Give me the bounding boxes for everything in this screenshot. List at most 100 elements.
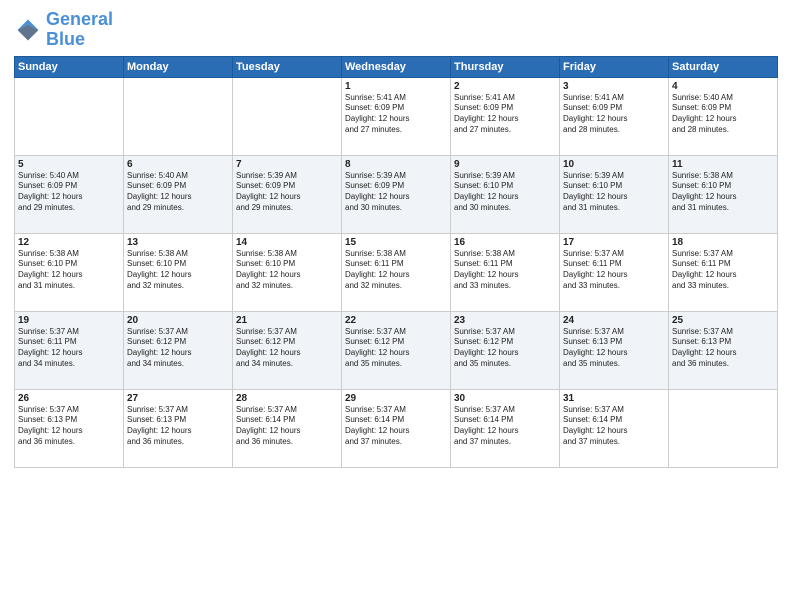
day-info: Sunrise: 5:37 AM Sunset: 6:14 PM Dayligh… xyxy=(345,405,447,448)
page: General Blue SundayMondayTuesdayWednesda… xyxy=(0,0,792,612)
day-cell: 23Sunrise: 5:37 AM Sunset: 6:12 PM Dayli… xyxy=(451,311,560,389)
day-cell: 6Sunrise: 5:40 AM Sunset: 6:09 PM Daylig… xyxy=(124,155,233,233)
day-cell: 5Sunrise: 5:40 AM Sunset: 6:09 PM Daylig… xyxy=(15,155,124,233)
day-cell: 20Sunrise: 5:37 AM Sunset: 6:12 PM Dayli… xyxy=(124,311,233,389)
day-cell: 22Sunrise: 5:37 AM Sunset: 6:12 PM Dayli… xyxy=(342,311,451,389)
day-info: Sunrise: 5:37 AM Sunset: 6:14 PM Dayligh… xyxy=(454,405,556,448)
day-cell: 4Sunrise: 5:40 AM Sunset: 6:09 PM Daylig… xyxy=(669,77,778,155)
day-cell: 9Sunrise: 5:39 AM Sunset: 6:10 PM Daylig… xyxy=(451,155,560,233)
day-number: 28 xyxy=(236,393,338,404)
day-cell: 31Sunrise: 5:37 AM Sunset: 6:14 PM Dayli… xyxy=(560,389,669,467)
day-number: 16 xyxy=(454,237,556,248)
day-cell xyxy=(233,77,342,155)
day-info: Sunrise: 5:39 AM Sunset: 6:09 PM Dayligh… xyxy=(345,171,447,214)
header-row: SundayMondayTuesdayWednesdayThursdayFrid… xyxy=(15,56,778,77)
col-header-sunday: Sunday xyxy=(15,56,124,77)
day-info: Sunrise: 5:41 AM Sunset: 6:09 PM Dayligh… xyxy=(454,93,556,136)
col-header-monday: Monday xyxy=(124,56,233,77)
day-number: 17 xyxy=(563,237,665,248)
day-info: Sunrise: 5:38 AM Sunset: 6:10 PM Dayligh… xyxy=(672,171,774,214)
week-row-3: 12Sunrise: 5:38 AM Sunset: 6:10 PM Dayli… xyxy=(15,233,778,311)
day-number: 1 xyxy=(345,81,447,92)
day-cell: 21Sunrise: 5:37 AM Sunset: 6:12 PM Dayli… xyxy=(233,311,342,389)
day-info: Sunrise: 5:38 AM Sunset: 6:11 PM Dayligh… xyxy=(454,249,556,292)
day-number: 29 xyxy=(345,393,447,404)
day-number: 10 xyxy=(563,159,665,170)
day-number: 9 xyxy=(454,159,556,170)
week-row-1: 1Sunrise: 5:41 AM Sunset: 6:09 PM Daylig… xyxy=(15,77,778,155)
day-cell: 15Sunrise: 5:38 AM Sunset: 6:11 PM Dayli… xyxy=(342,233,451,311)
col-header-thursday: Thursday xyxy=(451,56,560,77)
day-info: Sunrise: 5:37 AM Sunset: 6:13 PM Dayligh… xyxy=(563,327,665,370)
day-info: Sunrise: 5:40 AM Sunset: 6:09 PM Dayligh… xyxy=(18,171,120,214)
day-cell: 29Sunrise: 5:37 AM Sunset: 6:14 PM Dayli… xyxy=(342,389,451,467)
day-cell: 12Sunrise: 5:38 AM Sunset: 6:10 PM Dayli… xyxy=(15,233,124,311)
day-number: 5 xyxy=(18,159,120,170)
day-number: 11 xyxy=(672,159,774,170)
day-cell xyxy=(15,77,124,155)
week-row-5: 26Sunrise: 5:37 AM Sunset: 6:13 PM Dayli… xyxy=(15,389,778,467)
day-info: Sunrise: 5:40 AM Sunset: 6:09 PM Dayligh… xyxy=(127,171,229,214)
day-number: 26 xyxy=(18,393,120,404)
day-number: 12 xyxy=(18,237,120,248)
day-number: 24 xyxy=(563,315,665,326)
day-cell: 24Sunrise: 5:37 AM Sunset: 6:13 PM Dayli… xyxy=(560,311,669,389)
day-number: 21 xyxy=(236,315,338,326)
col-header-tuesday: Tuesday xyxy=(233,56,342,77)
day-number: 2 xyxy=(454,81,556,92)
logo: General Blue xyxy=(14,10,113,50)
day-info: Sunrise: 5:37 AM Sunset: 6:11 PM Dayligh… xyxy=(672,249,774,292)
day-cell: 3Sunrise: 5:41 AM Sunset: 6:09 PM Daylig… xyxy=(560,77,669,155)
day-info: Sunrise: 5:37 AM Sunset: 6:11 PM Dayligh… xyxy=(18,327,120,370)
day-cell: 30Sunrise: 5:37 AM Sunset: 6:14 PM Dayli… xyxy=(451,389,560,467)
day-cell: 19Sunrise: 5:37 AM Sunset: 6:11 PM Dayli… xyxy=(15,311,124,389)
day-info: Sunrise: 5:37 AM Sunset: 6:13 PM Dayligh… xyxy=(18,405,120,448)
day-cell xyxy=(124,77,233,155)
day-info: Sunrise: 5:41 AM Sunset: 6:09 PM Dayligh… xyxy=(563,93,665,136)
calendar-table: SundayMondayTuesdayWednesdayThursdayFrid… xyxy=(14,56,778,468)
day-info: Sunrise: 5:37 AM Sunset: 6:14 PM Dayligh… xyxy=(236,405,338,448)
day-number: 22 xyxy=(345,315,447,326)
day-number: 18 xyxy=(672,237,774,248)
logo-blue: Blue xyxy=(46,29,85,49)
day-info: Sunrise: 5:40 AM Sunset: 6:09 PM Dayligh… xyxy=(672,93,774,136)
day-number: 25 xyxy=(672,315,774,326)
day-cell: 8Sunrise: 5:39 AM Sunset: 6:09 PM Daylig… xyxy=(342,155,451,233)
day-number: 4 xyxy=(672,81,774,92)
day-info: Sunrise: 5:37 AM Sunset: 6:11 PM Dayligh… xyxy=(563,249,665,292)
day-info: Sunrise: 5:37 AM Sunset: 6:12 PM Dayligh… xyxy=(454,327,556,370)
day-info: Sunrise: 5:37 AM Sunset: 6:13 PM Dayligh… xyxy=(672,327,774,370)
day-cell: 16Sunrise: 5:38 AM Sunset: 6:11 PM Dayli… xyxy=(451,233,560,311)
day-cell: 13Sunrise: 5:38 AM Sunset: 6:10 PM Dayli… xyxy=(124,233,233,311)
day-info: Sunrise: 5:39 AM Sunset: 6:10 PM Dayligh… xyxy=(563,171,665,214)
week-row-4: 19Sunrise: 5:37 AM Sunset: 6:11 PM Dayli… xyxy=(15,311,778,389)
day-cell: 10Sunrise: 5:39 AM Sunset: 6:10 PM Dayli… xyxy=(560,155,669,233)
logo-text: General Blue xyxy=(46,10,113,50)
col-header-wednesday: Wednesday xyxy=(342,56,451,77)
day-cell: 7Sunrise: 5:39 AM Sunset: 6:09 PM Daylig… xyxy=(233,155,342,233)
day-cell xyxy=(669,389,778,467)
day-info: Sunrise: 5:37 AM Sunset: 6:14 PM Dayligh… xyxy=(563,405,665,448)
week-row-2: 5Sunrise: 5:40 AM Sunset: 6:09 PM Daylig… xyxy=(15,155,778,233)
day-info: Sunrise: 5:39 AM Sunset: 6:10 PM Dayligh… xyxy=(454,171,556,214)
day-info: Sunrise: 5:38 AM Sunset: 6:11 PM Dayligh… xyxy=(345,249,447,292)
day-info: Sunrise: 5:38 AM Sunset: 6:10 PM Dayligh… xyxy=(18,249,120,292)
day-number: 8 xyxy=(345,159,447,170)
day-number: 3 xyxy=(563,81,665,92)
day-info: Sunrise: 5:38 AM Sunset: 6:10 PM Dayligh… xyxy=(127,249,229,292)
logo-icon xyxy=(14,16,42,44)
day-number: 31 xyxy=(563,393,665,404)
day-info: Sunrise: 5:41 AM Sunset: 6:09 PM Dayligh… xyxy=(345,93,447,136)
day-number: 20 xyxy=(127,315,229,326)
day-cell: 2Sunrise: 5:41 AM Sunset: 6:09 PM Daylig… xyxy=(451,77,560,155)
day-number: 13 xyxy=(127,237,229,248)
day-info: Sunrise: 5:37 AM Sunset: 6:12 PM Dayligh… xyxy=(236,327,338,370)
day-cell: 25Sunrise: 5:37 AM Sunset: 6:13 PM Dayli… xyxy=(669,311,778,389)
day-number: 14 xyxy=(236,237,338,248)
col-header-friday: Friday xyxy=(560,56,669,77)
day-cell: 14Sunrise: 5:38 AM Sunset: 6:10 PM Dayli… xyxy=(233,233,342,311)
day-info: Sunrise: 5:37 AM Sunset: 6:12 PM Dayligh… xyxy=(127,327,229,370)
day-number: 6 xyxy=(127,159,229,170)
day-cell: 27Sunrise: 5:37 AM Sunset: 6:13 PM Dayli… xyxy=(124,389,233,467)
day-cell: 17Sunrise: 5:37 AM Sunset: 6:11 PM Dayli… xyxy=(560,233,669,311)
